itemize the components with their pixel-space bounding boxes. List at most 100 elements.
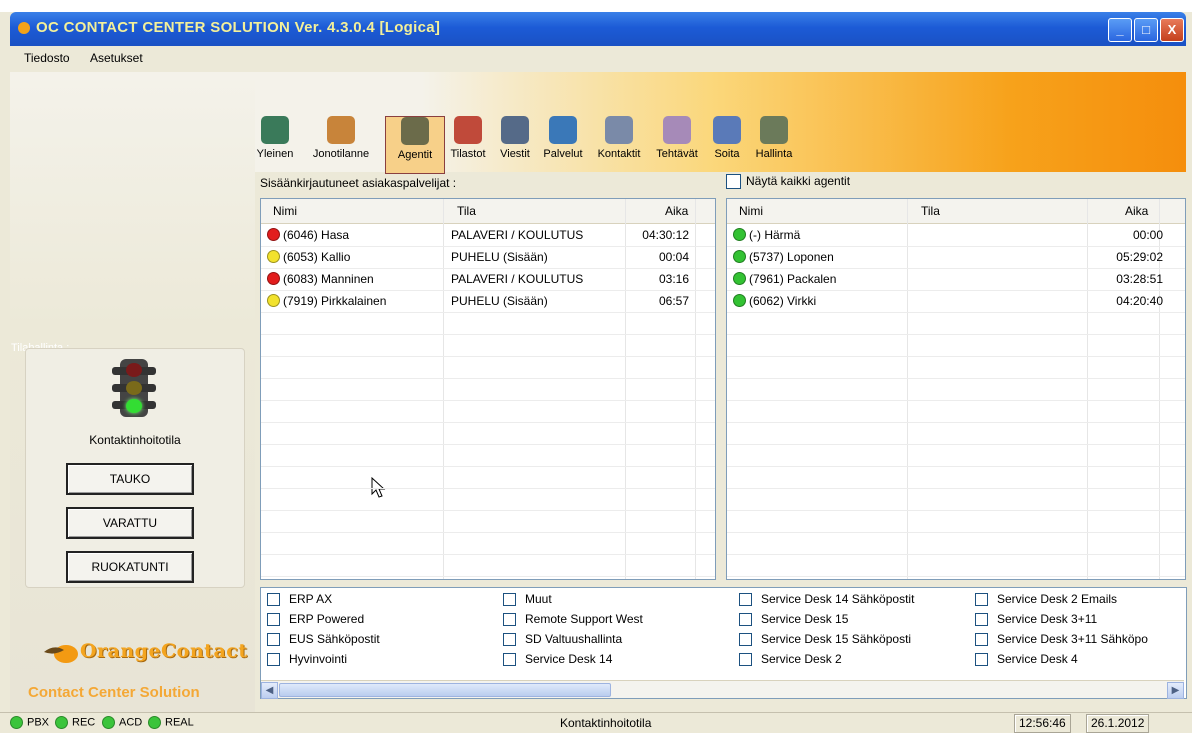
ruokatunti-button[interactable]: RUOKATUNTI (66, 551, 194, 583)
table-row[interactable]: (6083) Manninen PALAVERI / KOULUTUS 03:16 (261, 268, 715, 291)
checkbox-box[interactable] (739, 653, 752, 667)
empty-row (261, 400, 715, 423)
scroll-left-icon[interactable]: ◀ (261, 682, 278, 699)
agent-time: 00:04 (658, 250, 689, 264)
column-header-state[interactable]: Tila (457, 204, 476, 218)
show-all-agents-checkbox[interactable]: Näytä kaikki agentit (726, 174, 850, 190)
table-row[interactable]: (7961) Packalen 03:28:51 (727, 268, 1185, 291)
menu-tiedosto[interactable]: Tiedosto (24, 51, 70, 65)
queue-checkbox[interactable]: Service Desk 4 (975, 652, 1078, 667)
column-header-time[interactable]: Aika (1125, 204, 1148, 218)
queue-checkbox[interactable]: EUS Sähköpostit (267, 632, 380, 647)
checkbox-box[interactable] (975, 633, 988, 647)
queue-checkbox[interactable]: ERP AX (267, 592, 332, 607)
queue-checkbox[interactable]: SD Valtuushallinta (503, 632, 622, 647)
checkbox-box[interactable] (975, 653, 988, 667)
queue-checkbox[interactable]: Remote Support West (503, 612, 643, 627)
list-header: Nimi Tila Aika (727, 199, 1185, 224)
empty-row (261, 444, 715, 467)
toolbar-queue-button[interactable]: Jonotilanne (300, 116, 382, 172)
column-header-state[interactable]: Tila (921, 204, 940, 218)
column-header-name[interactable]: Nimi (273, 204, 297, 218)
empty-row (261, 466, 715, 489)
queue-checkbox[interactable]: Service Desk 2 Emails (975, 592, 1117, 607)
queue-label: Service Desk 14 (525, 652, 613, 666)
empty-row (261, 356, 715, 379)
toolbar-contacts-button[interactable]: Kontaktit (589, 116, 649, 172)
checkbox-box[interactable] (975, 593, 988, 607)
queue-checkbox[interactable]: Service Desk 14 (503, 652, 613, 667)
admin-icon (760, 116, 788, 144)
toolbar-messages-button[interactable]: Viestit (493, 116, 537, 172)
checkbox-box[interactable] (739, 593, 752, 607)
table-row[interactable]: (-) Härmä 00:00 (727, 224, 1185, 247)
agent-time: 04:20:40 (1116, 294, 1163, 308)
agent-time: 00:00 (1132, 228, 1163, 242)
queue-checkbox[interactable]: ERP Powered (267, 612, 364, 627)
queue-checkbox[interactable]: Hyvinvointi (267, 652, 347, 667)
column-header-name[interactable]: Nimi (739, 204, 763, 218)
brand-logo: OrangeContact (40, 640, 250, 664)
checkbox-box[interactable] (267, 593, 280, 607)
services-icon (549, 116, 577, 144)
status-dot-icon (733, 250, 746, 263)
toolbar-agents-button[interactable]: Agentit (385, 116, 445, 174)
queue-checkbox-panel: ◀ ▶ ERP AX ERP Powered EUS Sähköpostit Hyvi… (260, 587, 1187, 699)
queue-checkbox[interactable]: Service Desk 3+11 Sähköpo (975, 632, 1148, 647)
agent-state: PUHELU (Sisään) (451, 250, 548, 264)
empty-row (727, 532, 1185, 555)
checkbox-box[interactable] (739, 613, 752, 627)
all-agents-list[interactable]: Nimi Tila Aika (-) Härmä 00:00 (5737) Lopo… (726, 198, 1186, 580)
scroll-right-icon[interactable]: ▶ (1167, 682, 1184, 699)
checkbox-box[interactable] (267, 633, 280, 647)
agent-state: PALAVERI / KOULUTUS (451, 228, 584, 242)
table-row[interactable]: (6053) Kallio PUHELU (Sisään) 00:04 (261, 246, 715, 269)
status-dot-icon (10, 716, 23, 729)
checkbox-box[interactable] (267, 653, 280, 667)
checkbox-box[interactable] (267, 613, 280, 627)
checkbox-box[interactable] (503, 593, 516, 607)
toolbar-general-button[interactable]: Yleinen (252, 116, 298, 172)
checkbox-box[interactable] (503, 633, 516, 647)
tauko-button[interactable]: TAUKO (66, 463, 194, 495)
checkbox-box[interactable] (726, 174, 741, 190)
table-row[interactable]: (7919) Pirkkalainen PUHELU (Sisään) 06:57 (261, 290, 715, 313)
checkbox-box[interactable] (503, 613, 516, 627)
queue-checkbox[interactable]: Service Desk 14 Sähköpostit (739, 592, 915, 607)
table-row[interactable]: (5737) Loponen 05:29:02 (727, 246, 1185, 269)
varattu-button[interactable]: VARATTU (66, 507, 194, 539)
status-dot-icon (733, 272, 746, 285)
table-row[interactable]: (6046) Hasa PALAVERI / KOULUTUS 04:30:12 (261, 224, 715, 247)
logged-agents-list[interactable]: Nimi Tila Aika (6046) Hasa PALAVERI / KOU… (260, 198, 716, 580)
toolbar-label: Kontaktit (597, 148, 641, 160)
close-button[interactable]: X (1160, 18, 1184, 42)
scroll-thumb[interactable] (279, 683, 611, 697)
status-dot-icon (267, 294, 280, 307)
checkbox-box[interactable] (503, 653, 516, 667)
queue-checkbox[interactable]: Muut (503, 592, 552, 607)
queue-checkbox[interactable]: Service Desk 15 Sähköposti (739, 632, 911, 647)
queue-checkbox[interactable]: Service Desk 3+11 (975, 612, 1097, 627)
toolbar-admin-button[interactable]: Hallinta (750, 116, 798, 172)
toolbar-stats-button[interactable]: Tilastot (445, 116, 491, 172)
checkbox-box[interactable] (739, 633, 752, 647)
checkbox-box[interactable] (975, 613, 988, 627)
horizontal-scrollbar[interactable]: ◀ ▶ (261, 680, 1184, 699)
minimize-button[interactable]: _ (1108, 18, 1132, 42)
toolbar-tasks-button[interactable]: Tehtävät (651, 116, 703, 172)
queue-checkbox[interactable]: Service Desk 15 (739, 612, 848, 627)
queue-checkbox[interactable]: Service Desk 2 (739, 652, 842, 667)
table-row[interactable]: (6062) Virkki 04:20:40 (727, 290, 1185, 313)
column-header-time[interactable]: Aika (665, 204, 688, 218)
toolbar-label: Hallinta (755, 148, 793, 160)
empty-row (261, 312, 715, 335)
maximize-button[interactable]: □ (1134, 18, 1158, 42)
window-titlebar[interactable]: OC CONTACT CENTER SOLUTION Ver. 4.3.0.4 … (10, 12, 1186, 46)
toolbar-call-button[interactable]: Soita (706, 116, 748, 172)
empty-row (261, 510, 715, 533)
menu-asetukset[interactable]: Asetukset (90, 51, 143, 65)
toolbar-services-button[interactable]: Palvelut (539, 116, 587, 172)
empty-row (727, 334, 1185, 357)
status-date: 26.1.2012 (1086, 714, 1150, 733)
queue-label: Service Desk 14 Sähköpostit (761, 592, 915, 606)
